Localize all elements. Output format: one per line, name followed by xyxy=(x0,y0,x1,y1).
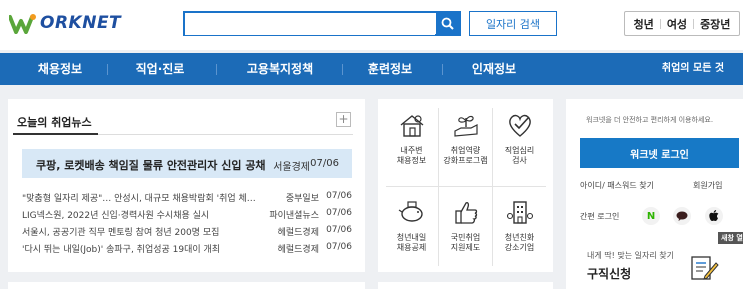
lower-panel xyxy=(378,282,553,289)
nav-item-training[interactable]: 훈련정보 xyxy=(350,53,430,85)
news-item-title: '다시 뛰는 내일(Job)' 송파구, 취업성공 19대이 개최 xyxy=(22,245,221,255)
heart-check-icon xyxy=(508,114,531,137)
news-item-date: 07/06 xyxy=(326,242,352,252)
application-form-icon xyxy=(691,256,719,280)
job-search-button[interactable]: 일자리 검색 xyxy=(469,11,557,36)
service-label-2: 채용공제 xyxy=(396,243,427,252)
tab-underline xyxy=(13,133,98,135)
worknet-logo[interactable]: ORKNET xyxy=(9,12,121,34)
simple-login-label: 간편 로그인 xyxy=(580,212,620,221)
service-label-2: 검사 xyxy=(512,156,527,165)
service-psych-test[interactable]: 직업심리 검사 xyxy=(493,111,546,166)
headline-news[interactable]: 쿠팡, 로켓배송 책임질 물류 안전관리자 신입 공채 서울경제 07/06 xyxy=(22,149,352,178)
new-window-badge[interactable]: 새창 열 xyxy=(718,232,743,244)
search-box xyxy=(183,11,461,36)
house-icon xyxy=(400,115,423,137)
service-nearby-jobs[interactable]: 내주변 채용정보 xyxy=(385,111,438,166)
divider xyxy=(693,18,695,29)
divider xyxy=(107,64,108,75)
main-nav: 채용정보 직업·진로 고용복지정책 훈련정보 인재정보 취업의 모든 것 xyxy=(0,53,743,85)
headline-title: 쿠팡, 로켓배송 책임질 물류 안전관리자 신입 공채 xyxy=(36,159,266,172)
news-item-date: 07/06 xyxy=(326,225,352,235)
divider xyxy=(442,64,443,75)
quick-links: 청년 여성 중장년 xyxy=(624,11,740,36)
service-label-1: 직업심리 xyxy=(504,146,535,155)
news-item-date: 07/06 xyxy=(326,208,352,218)
job-note: 내게 딱! 맞는 일자리 찾기 xyxy=(587,251,674,260)
nav-item-welfare-policy[interactable]: 고용복지정책 xyxy=(230,53,330,85)
nav-item-career[interactable]: 직업·진로 xyxy=(118,53,202,85)
service-national-employment[interactable]: 국민취업 지원제도 xyxy=(439,198,492,253)
service-label-2: 강화프로그램 xyxy=(443,156,488,165)
job-application-box[interactable]: 내게 딱! 맞는 일자리 찾기 구직신청 xyxy=(580,244,730,284)
logo-text: ORKNET xyxy=(40,13,122,33)
logo-w-icon xyxy=(9,14,36,34)
thumbs-up-icon xyxy=(454,202,477,224)
quick-link-youth[interactable]: 청년 xyxy=(634,16,654,32)
news-item-title: "맞춤형 일자리 제공"… 안성시, 대규모 채용박람회 '취업 체… xyxy=(22,194,256,204)
news-item-source: 중부일보 xyxy=(285,194,319,204)
nav-item-recruitment[interactable]: 채용정보 xyxy=(22,53,98,85)
divider xyxy=(659,18,661,29)
news-item-source: 헤럴드경제 xyxy=(277,245,319,255)
job-title: 구직신청 xyxy=(587,267,632,281)
divider xyxy=(386,186,546,187)
news-item-source: 헤럴드경제 xyxy=(277,228,319,238)
news-item-title: LIG넥스원, 2022년 신입·경력사원 수시채용 실시 xyxy=(22,211,210,221)
login-note: 워크넷을 더 안전하고 편리하게 이용하세요. xyxy=(586,116,714,124)
naver-login-icon[interactable]: N xyxy=(642,207,660,225)
quick-link-middle-aged[interactable]: 중장년 xyxy=(700,16,730,32)
service-youth-friendly-company[interactable]: 청년친화 강소기업 xyxy=(493,198,546,253)
apple-login-icon[interactable] xyxy=(705,207,723,225)
join-link[interactable]: 회원가입 xyxy=(693,180,722,191)
building-icon xyxy=(506,201,533,224)
search-button[interactable] xyxy=(436,13,459,34)
list-item[interactable]: "맞춤형 일자리 제공"… 안성시, 대규모 채용박람회 '취업 체… 중부일보… xyxy=(22,191,352,205)
service-label-1: 취업역량 xyxy=(450,146,481,155)
service-label-1: 청년내일 xyxy=(396,233,427,242)
news-item-source: 파이낸셜뉴스 xyxy=(269,211,319,221)
news-item-title: 서울시, 공공기관 직무 멘토링 참여 청년 200명 모집 xyxy=(22,228,220,238)
search-icon xyxy=(441,17,454,30)
divider xyxy=(342,64,343,75)
piggy-bank-icon xyxy=(398,201,423,222)
divider xyxy=(216,64,217,75)
news-title[interactable]: 오늘의 취업뉴스 xyxy=(17,114,92,130)
search-input[interactable] xyxy=(185,13,435,35)
login-button[interactable]: 워크넷 로그인 xyxy=(580,138,739,168)
find-id-password-link[interactable]: 아이디/ 패스워드 찾기 xyxy=(580,180,654,191)
nav-item-all[interactable]: 취업의 모든 것 xyxy=(648,53,738,85)
service-label-1: 청년친화 xyxy=(504,233,535,242)
service-youth-savings[interactable]: 청년내일 채용공제 xyxy=(385,198,438,253)
quick-link-women[interactable]: 여성 xyxy=(667,16,687,32)
top-header: ORKNET 일자리 검색 청년 여성 중장년 xyxy=(0,0,743,50)
service-label-2: 지원제도 xyxy=(450,243,481,252)
list-item[interactable]: LIG넥스원, 2022년 신입·경력사원 수시채용 실시 파이낸셜뉴스 07/… xyxy=(22,208,352,222)
headline-source: 서울경제 xyxy=(273,162,310,173)
service-label-1: 국민취업 xyxy=(450,233,481,242)
news-item-date: 07/06 xyxy=(326,191,352,201)
nav-item-talent[interactable]: 인재정보 xyxy=(454,53,534,85)
headline-date: 07/06 xyxy=(310,158,339,169)
service-label-2: 강소기업 xyxy=(504,243,535,252)
service-employment-program[interactable]: 취업역량 강화프로그램 xyxy=(439,111,492,166)
plant-hand-icon xyxy=(453,115,478,137)
more-plus-button[interactable]: + xyxy=(336,112,351,127)
service-label-1: 내주변 xyxy=(400,146,423,155)
list-item[interactable]: 서울시, 공공기관 직무 멘토링 참여 청년 200명 모집 헤럴드경제 07/… xyxy=(22,225,352,239)
kakao-login-icon[interactable] xyxy=(673,207,691,225)
lower-panel xyxy=(8,282,365,289)
list-item[interactable]: '다시 뛰는 내일(Job)' 송파구, 취업성공 19대이 개최 헤럴드경제 … xyxy=(22,242,352,256)
service-label-2: 채용정보 xyxy=(396,156,427,165)
